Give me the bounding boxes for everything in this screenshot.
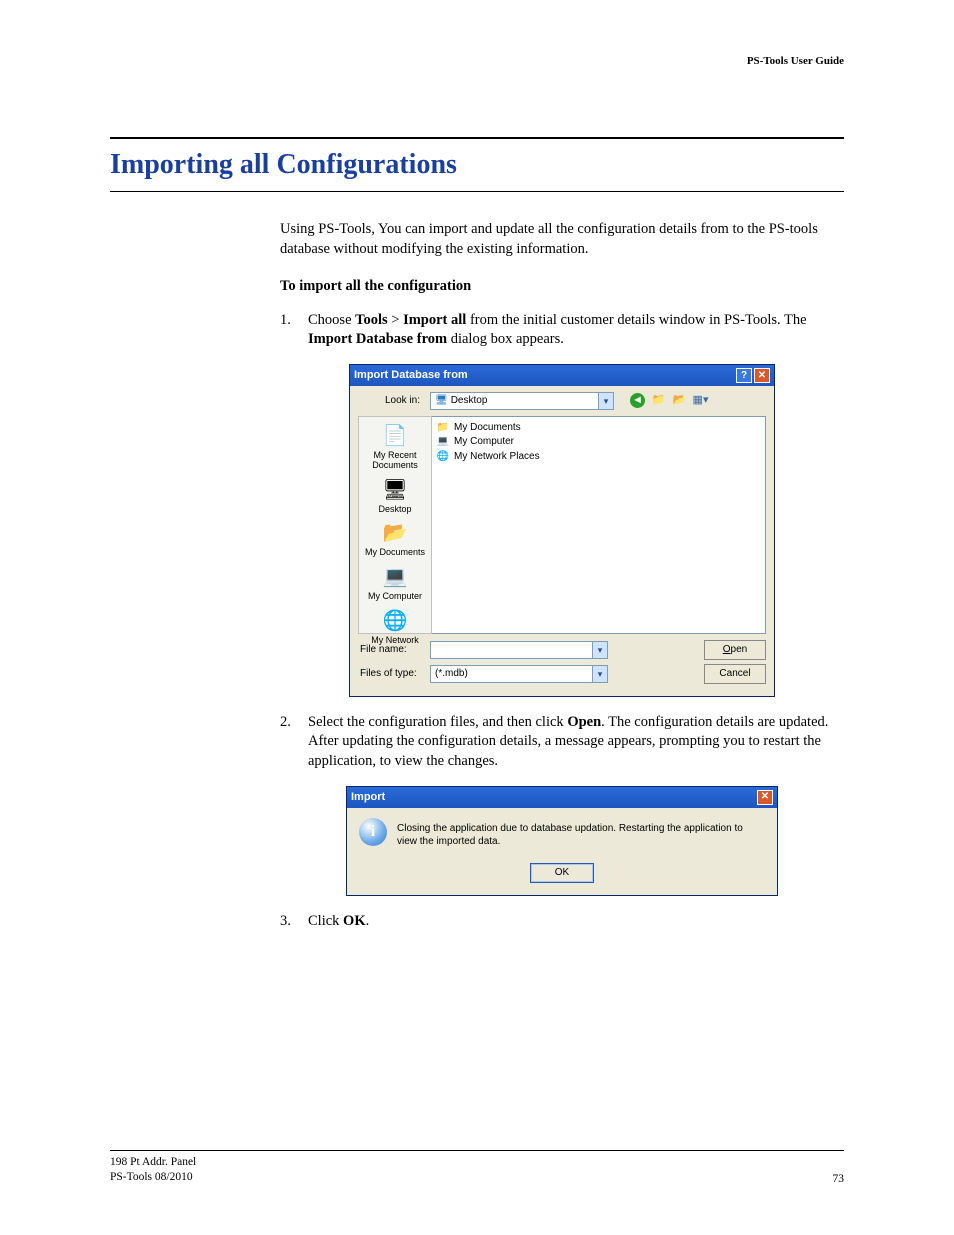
help-button[interactable]: ?: [736, 368, 752, 383]
list-item-label: My Computer: [454, 435, 514, 449]
close-button[interactable]: ✕: [754, 368, 770, 383]
step-1-text-b: from the initial customer details window…: [466, 312, 806, 328]
step-2: 2. Select the configuration files, and t…: [280, 713, 844, 772]
list-item[interactable]: 📁 My Documents: [436, 421, 761, 435]
list-item-label: My Documents: [454, 421, 521, 435]
dialog2-message: Closing the application due to database …: [397, 818, 765, 849]
close-button[interactable]: ✕: [757, 790, 773, 805]
step-1: 1. Choose Tools > Import all from the in…: [280, 311, 844, 350]
place-recent-label: My Recent Documents: [359, 451, 431, 471]
lookin-combobox[interactable]: 🖥 Desktop ▾: [430, 392, 614, 410]
list-item[interactable]: 💻 My Computer: [436, 435, 761, 449]
step-3: 3. Click OK.: [280, 912, 844, 932]
file-list-pane[interactable]: 📁 My Documents 💻 My Computer 🌐 My Networ…: [432, 416, 766, 634]
dialog-title: Import Database from: [354, 368, 468, 383]
folder-icon: 📁: [436, 421, 450, 435]
procedure-heading: To import all the configuration: [280, 277, 844, 297]
chevron-down-icon[interactable]: ▾: [598, 393, 613, 409]
place-mydocs[interactable]: 📂 My Documents: [365, 520, 425, 558]
up-folder-icon[interactable]: 📁: [651, 393, 666, 408]
place-mydocs-label: My Documents: [365, 548, 425, 558]
step-3-text-a: Click: [308, 913, 343, 929]
intro-paragraph: Using PS-Tools, You can import and updat…: [280, 220, 844, 259]
filetype-value: (*.mdb): [435, 667, 468, 681]
step-1-tools: Tools: [355, 312, 388, 328]
desktop-icon: 🖥: [435, 394, 448, 408]
filename-input[interactable]: ▾: [430, 641, 608, 659]
step-3-ok: OK: [343, 913, 366, 929]
step-2-text-a: Select the configuration files, and then…: [308, 714, 567, 730]
desktop-place-icon: 🖥: [380, 477, 410, 503]
page-number: 73: [833, 1173, 845, 1185]
computer-icon: 💻: [436, 435, 450, 449]
place-mynetwork[interactable]: 🌐 My Network: [371, 608, 419, 646]
list-item[interactable]: 🌐 My Network Places: [436, 450, 761, 464]
step-2-open: Open: [567, 714, 601, 730]
lookin-label: Look in:: [358, 394, 424, 408]
cancel-button[interactable]: Cancel: [704, 664, 766, 684]
step-1-text-c: dialog box appears.: [447, 331, 564, 347]
step-1-text-a: Choose: [308, 312, 355, 328]
mycomputer-icon: 💻: [380, 564, 410, 590]
step-3-number: 3.: [280, 912, 308, 932]
filetype-label: Files of type:: [358, 667, 424, 681]
new-folder-icon[interactable]: 📂: [672, 393, 687, 408]
place-mycomputer[interactable]: 💻 My Computer: [368, 564, 422, 602]
body-content: Using PS-Tools, You can import and updat…: [280, 192, 844, 931]
chevron-down-icon[interactable]: ▾: [592, 642, 607, 658]
filename-label: File name:: [358, 643, 424, 657]
step-1-gt: >: [388, 312, 403, 328]
recent-docs-icon: 📄: [380, 423, 410, 449]
footer-line1: 198 Pt Addr. Panel: [110, 1155, 196, 1170]
step-2-number: 2.: [280, 713, 308, 772]
back-icon[interactable]: ◄: [630, 393, 645, 408]
info-icon: i: [359, 818, 387, 846]
network-icon: 🌐: [436, 450, 450, 464]
step-3-text-b: .: [366, 913, 370, 929]
dialog-titlebar[interactable]: Import Database from ? ✕: [350, 365, 774, 386]
filetype-combobox[interactable]: (*.mdb) ▾: [430, 665, 608, 683]
mynetwork-icon: 🌐: [380, 608, 410, 634]
place-desktop[interactable]: 🖥 Desktop: [378, 477, 411, 515]
section-title: Importing all Configurations: [110, 139, 844, 191]
ok-button[interactable]: OK: [530, 863, 594, 883]
list-item-label: My Network Places: [454, 450, 540, 464]
page-footer: 198 Pt Addr. Panel PS-Tools 08/2010 73: [110, 1150, 844, 1185]
places-bar: 📄 My Recent Documents 🖥 Desktop 📂 My Doc…: [358, 416, 432, 634]
step-1-dialog-name: Import Database from: [308, 331, 447, 347]
chevron-down-icon[interactable]: ▾: [592, 666, 607, 682]
place-recent[interactable]: 📄 My Recent Documents: [359, 423, 431, 471]
import-database-dialog: Import Database from ? ✕ Look in: 🖥 Desk…: [349, 364, 775, 697]
step-1-number: 1.: [280, 311, 308, 350]
dialog2-titlebar[interactable]: Import ✕: [347, 787, 777, 808]
place-mycomputer-label: My Computer: [368, 592, 422, 602]
running-header: PS-Tools User Guide: [110, 55, 844, 67]
footer-line2: PS-Tools 08/2010: [110, 1170, 196, 1185]
open-button[interactable]: Open: [704, 640, 766, 660]
place-desktop-label: Desktop: [378, 505, 411, 515]
open-button-mnemonic: O: [723, 643, 731, 657]
dialog2-title: Import: [351, 790, 385, 805]
mydocs-icon: 📂: [380, 520, 410, 546]
step-1-import: Import all: [403, 312, 466, 328]
import-message-dialog: Import ✕ i Closing the application due t…: [346, 786, 778, 896]
open-button-rest: pen: [731, 643, 748, 657]
views-icon[interactable]: ▦▾: [693, 393, 708, 408]
lookin-value: Desktop: [451, 394, 488, 408]
